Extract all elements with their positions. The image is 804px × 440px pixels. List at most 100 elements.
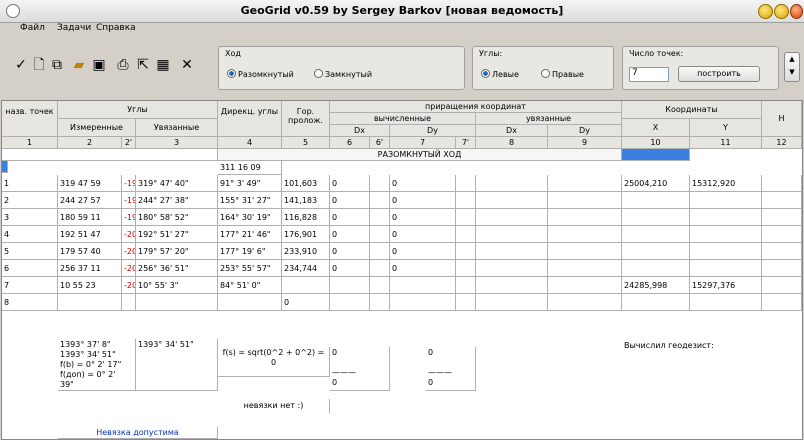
cell-y[interactable]: 15312,920 [690,175,762,192]
cell-dist[interactable]: 0 [282,294,330,311]
cell-dist[interactable] [282,277,330,294]
cell-corr[interactable] [122,294,136,311]
cell-n[interactable]: 4 [2,226,58,243]
cell-dx[interactable]: 0 [330,175,370,192]
cell-meas[interactable]: 192 51 47 [58,226,122,243]
cell-y[interactable] [690,192,762,209]
radio-left[interactable]: Левые [481,69,519,79]
cell-adj[interactable]: 180° 58' 52" [136,209,218,226]
maximize-button[interactable] [774,4,789,19]
cell-y[interactable] [690,243,762,260]
cell-empty[interactable] [476,226,548,243]
cell-empty[interactable] [762,294,802,311]
cell-x[interactable] [622,294,690,311]
cell-empty[interactable] [476,209,548,226]
cell-empty[interactable] [476,294,548,311]
cell-dy[interactable] [390,294,456,311]
cell-corr[interactable]: -20" [122,260,136,277]
copy-icon[interactable]: ⧉ [48,56,66,74]
cell-empty[interactable] [476,243,548,260]
radio-open[interactable]: Разомкнутый [227,69,294,79]
cell-adj[interactable]: 10° 55' 3" [136,277,218,294]
cell-y[interactable] [690,209,762,226]
cell-dx[interactable]: 0 [330,243,370,260]
cell-dy[interactable]: 0 [390,226,456,243]
cell-meas[interactable] [58,294,122,311]
cell-corr[interactable]: -19" [122,209,136,226]
cell-empty[interactable] [476,277,548,294]
check-icon[interactable]: ✓ [12,56,30,74]
cell-x[interactable] [622,192,690,209]
cell-adj[interactable]: 192° 51' 27" [136,226,218,243]
cell-dist[interactable]: 116,828 [282,209,330,226]
cell-empty[interactable] [476,192,548,209]
cell-meas[interactable]: 319 47 59 [58,175,122,192]
cell-dx[interactable]: 0 [330,209,370,226]
cell-adj[interactable]: 244° 27' 38" [136,192,218,209]
cell-dir[interactable]: 177° 19' 6" [218,243,282,260]
cell-empty[interactable] [762,243,802,260]
cell-empty[interactable] [762,277,802,294]
cell-dist[interactable]: 233,910 [282,243,330,260]
cell-n[interactable]: 7 [2,277,58,294]
cell-empty[interactable] [548,277,622,294]
cell-empty[interactable] [548,243,622,260]
open-folder-icon[interactable]: ▰ [70,56,88,74]
radio-closed[interactable]: Замкнутый [314,69,372,79]
save-icon[interactable]: ▣ [90,56,108,74]
close-button[interactable] [790,4,803,19]
cell-empty[interactable] [762,192,802,209]
cell-x[interactable]: 25004,210 [622,175,690,192]
cell-dir[interactable]: 91° 3' 49" [218,175,282,192]
cell-empty[interactable] [370,243,390,260]
cell-y[interactable] [690,226,762,243]
build-button[interactable]: построить [678,66,760,82]
cell-dx[interactable]: 0 [330,192,370,209]
cell-dir[interactable]: 84° 51' 0" [218,277,282,294]
cell-dist[interactable]: 141,183 [282,192,330,209]
cell-empty[interactable] [370,277,390,294]
cell-dir[interactable] [218,294,282,311]
cell-empty[interactable] [456,209,476,226]
cell-empty[interactable] [476,175,548,192]
cell-dy[interactable]: 0 [390,175,456,192]
cell-adj[interactable]: 179° 57' 20" [136,243,218,260]
row-marker[interactable] [2,161,8,173]
cell-empty[interactable] [456,243,476,260]
cell-corr[interactable]: -20" [122,277,136,294]
cell-n[interactable]: 5 [2,243,58,260]
cell-dx[interactable] [330,294,370,311]
cell-corr[interactable]: -19" [122,175,136,192]
cell-empty[interactable] [548,260,622,277]
cell-dist[interactable]: 234,744 [282,260,330,277]
cell-dy[interactable]: 0 [390,209,456,226]
cell-empty[interactable] [762,209,802,226]
menu-help[interactable]: Справка [96,23,136,33]
cell-dist[interactable]: 176,901 [282,226,330,243]
radio-right[interactable]: Правые [541,69,584,79]
cell-dy[interactable]: 0 [390,243,456,260]
print-icon[interactable]: ⎙ [114,56,132,74]
cell-dy[interactable]: 0 [390,192,456,209]
cell-x[interactable] [622,209,690,226]
cell-empty[interactable] [370,294,390,311]
cell-adj[interactable]: 319° 47' 40" [136,175,218,192]
cell-meas[interactable]: 179 57 40 [58,243,122,260]
cell-dy[interactable]: 0 [390,260,456,277]
cell-empty[interactable] [456,192,476,209]
close-icon[interactable]: ✕ [178,56,196,74]
cell-empty[interactable] [370,175,390,192]
cell-empty[interactable] [370,260,390,277]
cell-dir[interactable]: 164° 30' 19" [218,209,282,226]
cell-adj[interactable] [136,294,218,311]
cell-dx[interactable]: 0 [330,260,370,277]
cell-empty[interactable] [762,226,802,243]
cell-meas[interactable]: 10 55 23 [58,277,122,294]
cell-meas[interactable]: 180 59 11 [58,209,122,226]
cell-corr[interactable]: -19" [122,192,136,209]
cell-empty[interactable] [548,209,622,226]
cell-empty[interactable] [370,192,390,209]
cell-dy[interactable] [390,277,456,294]
cell-y[interactable] [690,294,762,311]
cell-dx[interactable] [330,277,370,294]
